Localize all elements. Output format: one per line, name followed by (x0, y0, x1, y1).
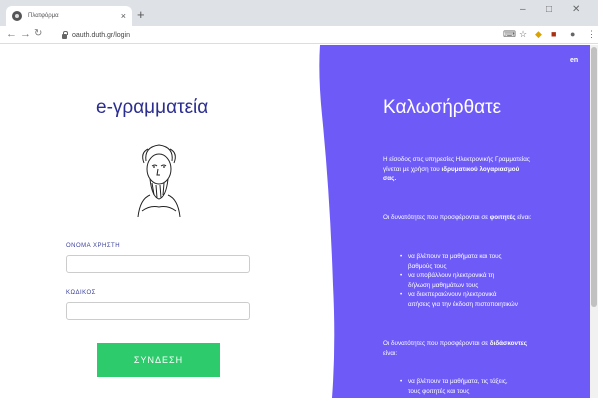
favicon-icon (12, 11, 22, 21)
forward-arrow-icon[interactable]: → (20, 28, 31, 40)
username-field[interactable] (66, 255, 250, 273)
login-button[interactable]: ΣΥΝΔΕΣΗ (97, 343, 220, 377)
star-icon[interactable]: ☆ (519, 29, 527, 40)
teacher-features-list: να βλέπουν τα μαθήματα, τις τάξεις, τους… (400, 377, 518, 396)
page-scrollbar[interactable] (590, 45, 598, 398)
extension-icon[interactable]: ◆ (535, 29, 542, 40)
browser-tab[interactable]: Πλατφόρμα × (6, 6, 132, 26)
students-post-text: είναι: (517, 214, 532, 221)
welcome-title: Καλωσήρθατε (383, 97, 502, 118)
tab-title: Πλατφόρμα (28, 13, 59, 19)
maximize-icon[interactable]: □ (546, 4, 552, 15)
app-title: e-γραμματεία (96, 97, 209, 118)
new-tab-icon[interactable]: + (137, 7, 145, 22)
teachers-heading: Οι δυνατότητες που προσφέρονται σε διδάσ… (383, 339, 533, 358)
address-bar[interactable]: oauth.duth.gr/login (62, 28, 508, 42)
students-heading: Οι δυνατότητες που προσφέρονται σε φοιτη… (383, 213, 533, 223)
teachers-post-text: είναι: (383, 349, 398, 357)
student-features-list: να βλέπουν τα μαθήματα και τους βαθμούς … (400, 252, 518, 309)
password-field[interactable] (66, 302, 250, 320)
language-switch-en[interactable]: en (570, 57, 578, 64)
translate-icon[interactable]: ⌨ (503, 29, 516, 40)
password-label: ΚΩΔΙΚΟΣ (66, 290, 96, 296)
philosopher-bust-logo (137, 144, 181, 218)
reload-icon[interactable]: ↻ (34, 28, 42, 39)
list-item: να υποβάλλουν ηλεκτρονικά τη δήλωση μαθη… (400, 271, 518, 290)
menu-icon[interactable]: ⋮ (587, 29, 596, 40)
intro-paragraph: Η είσοδος στις υπηρεσίες Ηλεκτρονικής Γρ… (383, 155, 533, 184)
teachers-bold-text: διδάσκοντες (489, 340, 528, 347)
browser-toolbar: ← → ↻ oauth.duth.gr/login ⌨ ☆ ◆ ■ ● ⋮ (0, 26, 598, 44)
username-label: ΟΝΟΜΑ ΧΡΗΣΤΗ (66, 243, 121, 249)
extension-icon[interactable]: ■ (551, 29, 556, 39)
page-content: e-γραμματεία ΟΝΟΜΑ ΧΡΗΣΤΗ ΚΩΔΙΚΟΣ ΣΥΝΔΕΣ… (0, 45, 598, 398)
lock-icon (62, 30, 68, 39)
students-heading-text: Οι δυνατότητες που προσφέρονται σε (383, 214, 489, 221)
list-item: να διεκπεραιώνουν ηλεκτρονικά αιτήσεις γ… (400, 290, 518, 309)
browser-tabstrip: Πλατφόρμα × + – □ ✕ (0, 0, 598, 26)
list-item: να βλέπουν τα μαθήματα και τους βαθμούς … (400, 252, 518, 271)
minimize-icon[interactable]: – (520, 4, 526, 15)
tab-close-icon[interactable]: × (121, 11, 126, 21)
students-bold-text: φοιτητές (489, 214, 516, 221)
scrollbar-thumb[interactable] (591, 47, 597, 307)
list-item: να βλέπουν τα μαθήματα, τις τάξεις, τους… (400, 377, 518, 396)
back-arrow-icon[interactable]: ← (6, 28, 17, 40)
url-text: oauth.duth.gr/login (72, 31, 130, 39)
teachers-heading-text: Οι δυνατότητες που προσφέρονται σε (383, 340, 489, 347)
profile-icon[interactable]: ● (570, 29, 575, 39)
close-window-icon[interactable]: ✕ (572, 4, 580, 15)
